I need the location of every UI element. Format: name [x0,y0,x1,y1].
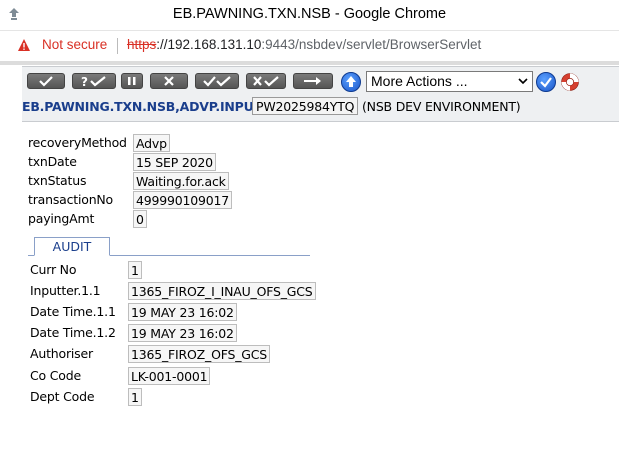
audit-label: Inputter.1.1 [30,283,101,298]
check-icon [540,77,552,88]
next-button[interactable] [293,73,333,89]
field-label: transactionNo [28,192,114,207]
x-icon [164,76,174,86]
authorise-button[interactable] [195,73,239,89]
field-value: 499990109017 [133,191,233,209]
transaction-toolbar: ? More Actions ... EB.PAWNING.TXN.NSB,AD… [22,66,619,121]
toolbar-divider [22,121,619,122]
pause-icon [128,77,136,85]
double-check-icon [203,76,231,87]
field-value: 0 [133,210,147,228]
audit-value: 1 [128,388,142,406]
browser-divider [0,61,619,65]
audit-label: Authoriser [30,346,93,361]
window-title: EB.PAWNING.TXN.NSB - Google Chrome [172,6,447,22]
url-text[interactable]: https://192.168.131.10:9443/nsbdev/servl… [127,37,481,52]
field-label: txnDate [28,154,77,169]
field-value: Advp [133,134,170,152]
window-titlebar: EB.PAWNING.TXN.NSB - Google Chrome [0,0,619,31]
check-icon [39,76,53,87]
arrow-right-icon [304,77,321,85]
field-label: recoveryMethod [28,135,127,150]
url-scheme: https [127,37,157,52]
lifebuoy-icon[interactable] [560,72,580,92]
audit-value: 19 MAY 23 16:02 [128,324,237,342]
field-label: payingAmt [28,211,95,226]
x-check-icon [253,76,279,87]
more-actions-select[interactable]: More Actions ... [366,71,533,92]
reverse-button[interactable] [246,73,286,89]
field-value: 15 SEP 2020 [133,153,216,171]
delete-button[interactable] [150,73,188,89]
go-button[interactable] [536,72,556,92]
address-separator [117,38,118,54]
left-margin [0,66,22,454]
audit-value: LK-001-0001 [128,367,211,385]
commit-button[interactable] [27,73,65,89]
audit-label: Date Time.1.1 [30,304,116,319]
audit-value: 1 [128,261,142,279]
validate-button[interactable]: ? [72,73,116,89]
audit-value: 1365_FIROZ_OFS_GCS [128,345,271,363]
svg-text:?: ? [81,75,88,88]
question-check-icon: ? [81,75,106,88]
audit-label: Co Code [30,368,81,383]
environment-label: (NSB DEV ENVIRONMENT) [362,99,521,114]
audit-value: 19 MAY 23 16:02 [128,303,237,321]
audit-label: Dept Code [30,389,95,404]
field-value: Waiting.for.ack [133,172,229,190]
address-bar[interactable]: Not secure https://192.168.131.10:9443/n… [0,31,619,61]
audit-label: Curr No [30,262,77,277]
transaction-form: recoveryMethod Advp txnDate 15 SEP 2020 … [22,127,619,454]
audit-label: Date Time.1.2 [30,325,116,340]
url-path: :9443/nsbdev/servlet/BrowserServlet [261,37,482,52]
field-label: txnStatus [28,173,87,188]
warning-icon[interactable] [17,38,31,52]
upload-icon[interactable] [341,72,361,92]
audit-value: 1365_FIROZ_I_INAU_OFS_GCS [128,282,316,300]
more-actions-value: More Actions ... [371,73,468,89]
url-host: ://192.168.131.10 [156,37,262,52]
version-label: EB.PAWNING.TXN.NSB,ADVP.INPUT [22,99,262,114]
chevron-down-icon [518,78,528,85]
transaction-id-field[interactable]: PW2025984YTQ [252,97,359,115]
security-label[interactable]: Not secure [42,37,107,52]
hold-button[interactable] [121,73,143,89]
tab-audit[interactable]: AUDIT [34,237,110,256]
